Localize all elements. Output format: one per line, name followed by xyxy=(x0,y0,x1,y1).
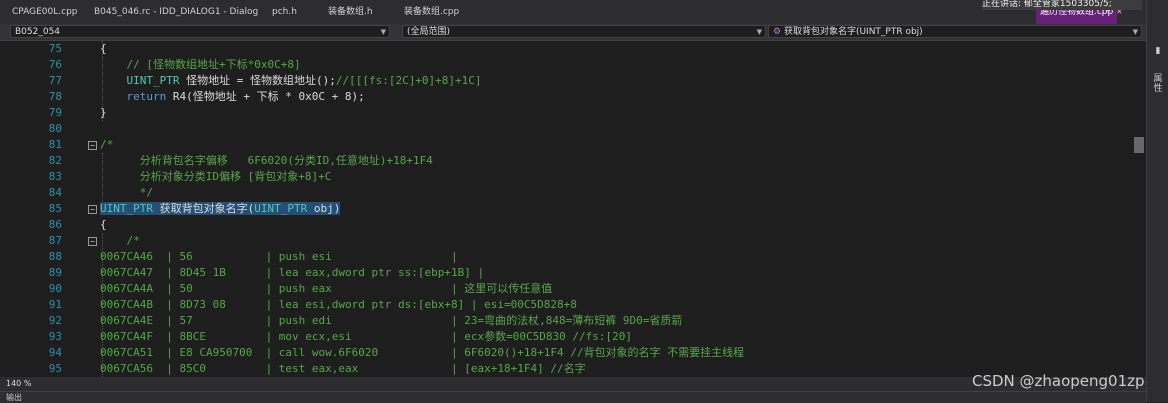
solution-explorer-tab[interactable]: ▮ xyxy=(1151,46,1165,56)
line-number: 89 xyxy=(48,266,62,279)
code-line[interactable]: 77 UINT_PTR 怪物地址 = 怪物数组地址();//[[[fs:[2C]… xyxy=(0,73,1132,89)
line-number: 92 xyxy=(48,314,62,327)
code-text: 0067CA4F | 8BCE | mov ecx,esi | ecx参数=00… xyxy=(100,330,632,343)
function-label: 获取背包对象名字(UINT_PTR obj) xyxy=(783,27,923,37)
code-text: 分析对象分类ID偏移 [背包对象+8]+C xyxy=(100,170,332,183)
code-line[interactable]: 90 0067CA4A | 50 | push eax | 这里可以传任意值 xyxy=(0,281,1132,297)
function-icon: ⚙ xyxy=(773,27,784,37)
code-line[interactable]: 86 { xyxy=(0,217,1132,233)
code-text: 分析背包名字偏移 6F6020(分类ID,任意地址)+18+1F4 xyxy=(100,154,433,167)
line-number: 85 xyxy=(48,202,62,215)
code-text: 0067CA4A | 50 | push eax | 这里可以传任意值 xyxy=(100,282,553,295)
code-text: 0067CA46 | 56 | push esi | xyxy=(100,250,458,263)
line-number: 76 xyxy=(48,58,62,71)
code-line[interactable]: 82 分析背包名字偏移 6F6020(分类ID,任意地址)+18+1F4 xyxy=(0,153,1132,169)
scope-dropdown[interactable]: (全局范围) ▼ xyxy=(402,25,766,38)
chevron-down-icon: ▼ xyxy=(1132,28,1138,36)
code-line[interactable]: 75 { xyxy=(0,41,1132,57)
line-number: 81 xyxy=(48,138,62,151)
line-number: 93 xyxy=(48,330,62,343)
function-dropdown[interactable]: ⚙ 获取背包对象名字(UINT_PTR obj) ▼ xyxy=(768,25,1142,38)
code-text: { xyxy=(100,218,107,231)
line-number: 90 xyxy=(48,282,62,295)
zoom-level[interactable]: 140 % xyxy=(6,379,31,388)
code-text: return R4(怪物地址 + 下标 * 0x0C + 8); xyxy=(126,90,365,103)
project-dropdown[interactable]: B052_054 ▼ xyxy=(10,25,390,38)
code-text: 0067CA56 | 85C0 | test eax,eax | [eax+18… xyxy=(100,362,586,375)
code-line[interactable]: 85 − UINT_PTR 获取背包对象名字(UINT_PTR obj) xyxy=(0,201,1132,217)
code-text: */ xyxy=(100,186,153,199)
code-text: UINT_PTR 获取背包对象名字(UINT_PTR obj) xyxy=(100,202,341,215)
navigation-bar: B052_054 ▼ (全局范围) ▼ ⚙ 获取背包对象名字(UINT_PTR … xyxy=(0,24,1146,41)
line-number: 77 xyxy=(48,74,62,87)
code-text: 0067CA4E | 57 | push edi | 23=弯曲的法杖,848=… xyxy=(100,314,683,327)
code-line[interactable]: 78 return R4(怪物地址 + 下标 * 0x0C + 8); xyxy=(0,89,1132,105)
output-label[interactable]: 输出 xyxy=(6,392,22,403)
output-panel-header: 输出 xyxy=(0,391,1146,403)
code-text: UINT_PTR 怪物地址 = 怪物数组地址();//[[[fs:[2C]+0]… xyxy=(126,74,482,87)
tab-equip-h[interactable]: 装备数组.h xyxy=(328,0,373,24)
notification-popup: 正在讲话: 郁全管家1503305/5; xyxy=(982,0,1142,10)
collapse-icon[interactable]: − xyxy=(88,205,97,214)
tab-cpage[interactable]: CPAGE00L.cpp xyxy=(12,0,78,24)
code-line[interactable]: 84 */ xyxy=(0,185,1132,201)
code-line[interactable]: 91 0067CA4B | 8D73 08 | lea esi,dword ptr… xyxy=(0,297,1132,313)
code-text: /* xyxy=(100,234,140,247)
code-line[interactable]: 87 − /* xyxy=(0,233,1132,249)
code-line[interactable]: 83 分析对象分类ID偏移 [背包对象+8]+C xyxy=(0,169,1132,185)
code-line[interactable]: 88 0067CA46 | 56 | push esi | xyxy=(0,249,1132,265)
line-number: 83 xyxy=(48,170,62,183)
code-text: 0067CA47 | 8D45 1B | lea eax,dword ptr s… xyxy=(100,266,485,279)
code-line[interactable]: 93 0067CA4F | 8BCE | mov ecx,esi | ecx参数=… xyxy=(0,329,1132,345)
line-number: 91 xyxy=(48,298,62,311)
code-line[interactable]: 92 0067CA4E | 57 | push edi | 23=弯曲的法杖,84… xyxy=(0,313,1132,329)
code-editor[interactable]: 75{76 // [怪物数组地址+下标*0x0C+8] 77 UINT_PTR 怪… xyxy=(0,41,1132,377)
collapse-icon[interactable]: − xyxy=(88,237,97,246)
vertical-scrollbar[interactable] xyxy=(1132,41,1146,377)
code-text: { xyxy=(100,42,107,55)
code-line[interactable]: 81 −/* xyxy=(0,137,1132,153)
code-text: // [怪物数组地址+下标*0x0C+8] xyxy=(126,58,301,71)
line-number: 84 xyxy=(48,186,62,199)
watermark: CSDN @zhaopeng01zp xyxy=(972,372,1145,390)
code-text: } xyxy=(100,106,107,119)
project-label: B052_054 xyxy=(15,27,61,37)
code-line[interactable]: 95 0067CA56 | 85C0 | test eax,eax | [eax+… xyxy=(0,361,1132,377)
code-text: /* xyxy=(100,138,114,151)
code-text: 0067CA51 | E8 CA950700 | call wow.6F6020… xyxy=(100,346,745,359)
code-line[interactable]: 76 // [怪物数组地址+下标*0x0C+8] xyxy=(0,57,1132,73)
line-number: 95 xyxy=(48,362,62,375)
line-number: 79 xyxy=(48,106,62,119)
scope-label: (全局范围) xyxy=(407,27,451,37)
properties-tab[interactable]: 属性 xyxy=(1151,74,1165,94)
side-tool-strip: ▮ 属性 xyxy=(1146,0,1168,402)
tab-pch-h[interactable]: pch.h xyxy=(272,0,297,24)
document-tab-bar: CPAGE00L.cpp B045_046.rc - IDD_DIALOG1 -… xyxy=(0,0,1146,24)
line-number: 82 xyxy=(48,154,62,167)
code-text: 0067CA4B | 8D73 08 | lea esi,dword ptr d… xyxy=(100,298,577,311)
line-number: 88 xyxy=(48,250,62,263)
collapse-icon[interactable]: − xyxy=(88,141,97,150)
code-line[interactable]: 79} xyxy=(0,105,1132,121)
scrollbar-thumb[interactable] xyxy=(1134,137,1144,153)
line-number: 94 xyxy=(48,346,62,359)
code-line[interactable]: 89 0067CA47 | 8D45 1B | lea eax,dword ptr… xyxy=(0,265,1132,281)
code-line[interactable]: 80 xyxy=(0,121,1132,137)
line-number: 80 xyxy=(48,122,62,135)
chevron-down-icon: ▼ xyxy=(756,28,762,36)
line-number: 75 xyxy=(48,42,62,55)
tab-rc-dialog[interactable]: B045_046.rc - IDD_DIALOG1 - Dialog xyxy=(94,0,258,24)
line-number: 87 xyxy=(48,234,62,247)
chevron-down-icon: ▼ xyxy=(380,28,386,36)
code-line[interactable]: 94 0067CA51 | E8 CA950700 | call wow.6F60… xyxy=(0,345,1132,361)
tab-equip-cpp[interactable]: 装备数组.cpp xyxy=(404,0,459,24)
line-number: 78 xyxy=(48,90,62,103)
line-number: 86 xyxy=(48,218,62,231)
